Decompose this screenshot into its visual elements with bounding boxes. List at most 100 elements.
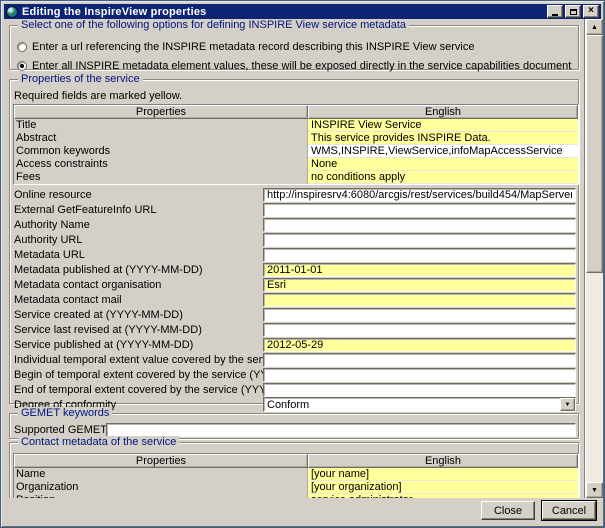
field-label: Authority URL bbox=[14, 234, 263, 246]
radio-button-icon[interactable] bbox=[17, 61, 27, 71]
gemet-themes-input[interactable] bbox=[106, 423, 576, 437]
field-label: Metadata contact organisation bbox=[14, 279, 263, 291]
property-value-cell[interactable]: [your name] bbox=[308, 468, 578, 481]
service-created-at-yyyy-mm-dd-input[interactable] bbox=[263, 308, 576, 322]
field-row-external-getfeatureinfo-url: External GetFeatureInfo URL bbox=[10, 202, 578, 217]
window-controls: × bbox=[547, 5, 599, 18]
gemet-themes-row: Supported GEMET themes bbox=[10, 422, 578, 437]
column-header-properties[interactable]: Properties bbox=[14, 105, 308, 119]
metadata-options-group-label: Select one of the following options for … bbox=[18, 19, 409, 31]
selected-value: Conform bbox=[267, 399, 309, 411]
field-row-service-created-at-yyyy-mm-dd: Service created at (YYYY-MM-DD) bbox=[10, 307, 578, 322]
field-row-authority-name: Authority Name bbox=[10, 217, 578, 232]
scroll-up-button[interactable]: ▲ bbox=[586, 19, 603, 35]
metadata-options-group: Select one of the following options for … bbox=[9, 25, 579, 70]
metadata-url-input[interactable] bbox=[263, 248, 576, 262]
cancel-button[interactable]: Cancel bbox=[542, 501, 596, 520]
service-properties-group-label: Properties of the service bbox=[18, 73, 143, 85]
contact-metadata-group: Contact metadata of the service Properti… bbox=[9, 442, 579, 498]
service-published-at-yyyy-mm-dd-input[interactable] bbox=[263, 338, 576, 352]
globe-icon bbox=[6, 6, 18, 18]
field-row-online-resource: Online resource bbox=[10, 187, 578, 202]
end-of-temporal-extent-covered-by-the-service-yyyy-mm-dd-input[interactable] bbox=[263, 383, 576, 397]
property-label: Title bbox=[14, 119, 308, 132]
column-header-properties[interactable]: Properties bbox=[14, 454, 308, 468]
field-row-metadata-published-at-yyyy-mm-dd: Metadata published at (YYYY-MM-DD) bbox=[10, 262, 578, 277]
property-value-cell[interactable]: This service provides INSPIRE Data. bbox=[308, 132, 578, 145]
property-label: Common keywords bbox=[14, 145, 308, 158]
vertical-scrollbar[interactable]: ▲ ▼ bbox=[586, 19, 603, 498]
table-row-organization: Organization[your organization] bbox=[14, 481, 578, 494]
field-label: Service last revised at (YYYY-MM-DD) bbox=[14, 324, 263, 336]
field-row-begin-of-temporal-extent-covered-by-the-service-yyyy-mm-dd: Begin of temporal extent covered by the … bbox=[10, 367, 578, 382]
degree-of-conformity-select[interactable]: Conform ▼ bbox=[263, 397, 576, 412]
table-row-fees: Feesno conditions apply bbox=[14, 171, 578, 184]
field-label: Metadata published at (YYYY-MM-DD) bbox=[14, 264, 263, 276]
table-row-access-constraints: Access constraintsNone bbox=[14, 158, 578, 171]
field-row-end-of-temporal-extent-covered-by-the-service-yyyy-mm-dd: End of temporal extent covered by the se… bbox=[10, 382, 578, 397]
authority-name-input[interactable] bbox=[263, 218, 576, 232]
radio-label: Enter all INSPIRE metadata element value… bbox=[32, 60, 571, 72]
begin-of-temporal-extent-covered-by-the-service-yyyy-mm-dd-input[interactable] bbox=[263, 368, 576, 382]
column-header-english[interactable]: English bbox=[308, 454, 578, 468]
radio-options: Enter a url referencing the INSPIRE meta… bbox=[10, 26, 578, 75]
scrollbar-thumb[interactable] bbox=[586, 35, 603, 273]
minimize-icon bbox=[552, 14, 558, 16]
required-fields-note: Required fields are marked yellow. bbox=[14, 90, 578, 102]
footer-buttons: Close Cancel bbox=[1, 501, 596, 520]
radio-option-1[interactable]: Enter a url referencing the INSPIRE meta… bbox=[17, 37, 578, 56]
property-label: Access constraints bbox=[14, 158, 308, 171]
individual-temporal-extent-value-covered-by-the-service-yyyy-mm-dd-input[interactable] bbox=[263, 353, 576, 367]
radio-label: Enter a url referencing the INSPIRE meta… bbox=[32, 41, 474, 53]
contact-metadata-table: PropertiesEnglishName[your name]Organiza… bbox=[13, 453, 579, 498]
close-icon: × bbox=[588, 6, 594, 16]
close-window-button[interactable]: × bbox=[583, 5, 599, 18]
field-label: Individual temporal extent value covered… bbox=[14, 354, 263, 366]
field-label: End of temporal extent covered by the se… bbox=[14, 384, 263, 396]
metadata-published-at-yyyy-mm-dd-input[interactable] bbox=[263, 263, 576, 277]
property-value-cell[interactable]: INSPIRE View Service bbox=[308, 119, 578, 132]
field-label: Service published at (YYYY-MM-DD) bbox=[14, 339, 263, 351]
maximize-icon bbox=[570, 9, 577, 15]
property-label: Organization bbox=[14, 481, 308, 494]
table-row-common-keywords: Common keywordsWMS,INSPIRE,ViewService,i… bbox=[14, 145, 578, 158]
titlebar[interactable]: Editing the InspireView properties × bbox=[4, 4, 601, 19]
field-row-service-last-revised-at-yyyy-mm-dd: Service last revised at (YYYY-MM-DD) bbox=[10, 322, 578, 337]
field-row-authority-url: Authority URL bbox=[10, 232, 578, 247]
maximize-button[interactable] bbox=[565, 5, 581, 18]
table-header-row: PropertiesEnglish bbox=[14, 105, 578, 119]
metadata-contact-mail-input[interactable] bbox=[263, 293, 576, 307]
property-value-cell[interactable]: service administrator bbox=[308, 494, 578, 498]
authority-url-input[interactable] bbox=[263, 233, 576, 247]
property-value-cell[interactable]: [your organization] bbox=[308, 481, 578, 494]
scroll-down-button[interactable]: ▼ bbox=[586, 482, 603, 498]
service-last-revised-at-yyyy-mm-dd-input[interactable] bbox=[263, 323, 576, 337]
gemet-themes-label: Supported GEMET themes bbox=[14, 424, 106, 436]
chevron-down-icon[interactable]: ▼ bbox=[560, 398, 575, 411]
property-label: Abstract bbox=[14, 132, 308, 145]
column-header-english[interactable]: English bbox=[308, 105, 578, 119]
minimize-button[interactable] bbox=[547, 5, 563, 18]
field-row-metadata-contact-mail: Metadata contact mail bbox=[10, 292, 578, 307]
scroll-viewport: Select one of the following options for … bbox=[4, 19, 603, 498]
online-resource-input[interactable] bbox=[263, 188, 576, 202]
close-button[interactable]: Close bbox=[481, 501, 535, 520]
table-row-title: TitleINSPIRE View Service bbox=[14, 119, 578, 132]
field-label: Metadata contact mail bbox=[14, 294, 263, 306]
field-label: Service created at (YYYY-MM-DD) bbox=[14, 309, 263, 321]
external-getfeatureinfo-url-input[interactable] bbox=[263, 203, 576, 217]
property-value-cell[interactable]: WMS,INSPIRE,ViewService,infoMapAccessSer… bbox=[308, 145, 578, 158]
property-value-cell[interactable]: None bbox=[308, 158, 578, 171]
radio-button-icon[interactable] bbox=[17, 42, 27, 52]
property-value-cell[interactable]: no conditions apply bbox=[308, 171, 578, 184]
table-row-abstract: AbstractThis service provides INSPIRE Da… bbox=[14, 132, 578, 145]
service-properties-group: Properties of the service Required field… bbox=[9, 79, 579, 404]
field-label: Online resource bbox=[14, 189, 263, 201]
field-row-metadata-contact-organisation: Metadata contact organisation bbox=[10, 277, 578, 292]
field-label: External GetFeatureInfo URL bbox=[14, 204, 263, 216]
property-label: Fees bbox=[14, 171, 308, 184]
service-property-fields: Online resource External GetFeatureInfo U… bbox=[10, 187, 578, 412]
field-label: Metadata URL bbox=[14, 249, 263, 261]
metadata-contact-organisation-input[interactable] bbox=[263, 278, 576, 292]
table-row-name: Name[your name] bbox=[14, 468, 578, 481]
